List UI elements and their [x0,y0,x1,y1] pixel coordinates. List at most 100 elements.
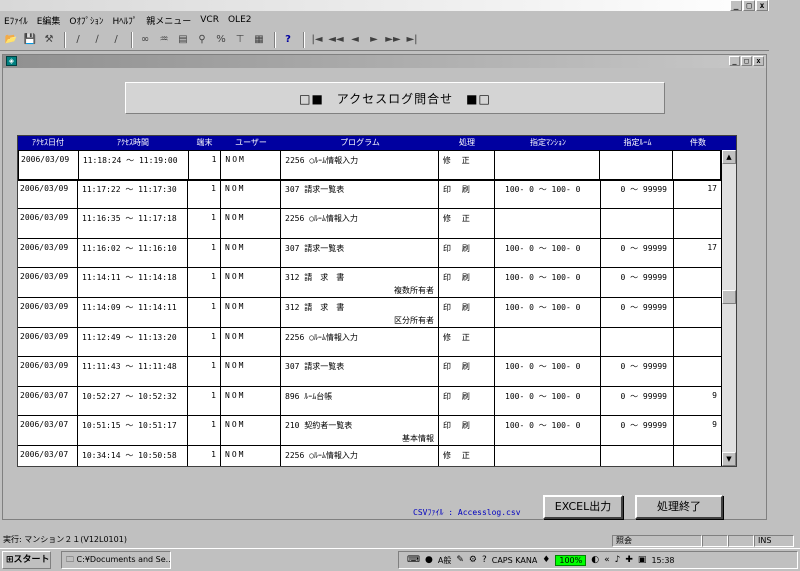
cell-program[interactable]: 307 請求一覧表 [281,179,439,209]
cell-room[interactable]: 0 ～ 99999 [601,386,674,416]
header-date[interactable]: ｱｸｾｽ日付 [18,136,78,150]
cell-terminal[interactable]: 1 [188,445,221,466]
menu-edit[interactable]: E編集 [37,14,61,27]
table-row[interactable]: 2006/03/09 11:14:09 ～ 11:14:11 1 NOM 312 請 … [18,297,722,328]
cell-terminal[interactable]: 1 [188,268,221,297]
cell-date[interactable]: 2006/03/07 [18,416,78,445]
cell-user[interactable]: NOM [221,297,281,327]
cell-room[interactable] [600,151,674,179]
table-row[interactable]: 2006/03/09 11:18:24 ～ 11:19:00 1 NOM 2256 ○ﾙ… [18,150,722,181]
cell-count[interactable]: 9 [674,386,722,416]
start-button[interactable]: ⊞スタート [2,551,51,569]
table-row[interactable]: 2006/03/07 10:34:14 ～ 10:50:58 1 NOM 2256 ○ﾙ… [18,445,722,466]
menu-vcr[interactable]: VCR [200,15,219,25]
display-icon[interactable]: ▣ [638,555,647,565]
finish-button[interactable]: 処理終了 [635,495,723,519]
cell-mansion[interactable] [495,209,601,238]
table-row[interactable]: 2006/03/07 10:51:15 ～ 10:51:17 1 NOM 210 契約… [18,416,722,446]
main-titlebar[interactable]: _ □ x [0,0,769,11]
cell-room[interactable]: 0 ～ 99999 [601,297,674,327]
cell-date[interactable]: 2006/03/09 [18,238,78,268]
cell-program[interactable]: 2256 ○ﾙｰﾑ情報入力 [281,209,439,238]
cell-program[interactable]: 2256 ○ﾙｰﾑ情報入力 [281,327,439,357]
cell-user[interactable]: NOM [221,151,282,179]
header-count[interactable]: 件数 [674,136,722,150]
header-mansion[interactable]: 指定ﾏﾝｼｮﾝ [495,136,601,150]
header-process[interactable]: 処理 [439,136,495,150]
cell-process[interactable]: 印 刷 [439,297,495,327]
cell-user[interactable]: NOM [221,327,281,357]
cell-count[interactable] [673,151,721,179]
cell-time[interactable]: 11:12:49 ～ 11:13:20 [78,327,188,357]
table-row[interactable]: 2006/03/09 11:14:11 ～ 11:14:18 1 NOM 312 請 … [18,268,722,298]
cell-mansion[interactable]: 100- 0 ～ 100- 0 [495,268,601,297]
cell-date[interactable]: 2006/03/09 [18,357,78,386]
cell-date[interactable]: 2006/03/09 [18,209,78,238]
cell-time[interactable]: 10:52:27 ～ 10:52:32 [78,386,188,416]
cell-process[interactable]: 印 刷 [439,416,495,445]
table-row[interactable]: 2006/03/09 11:17:22 ～ 11:17:30 1 NOM 307 請求… [18,179,722,210]
cell-time[interactable]: 10:51:15 ～ 10:51:17 [78,416,188,445]
cell-user[interactable]: NOM [221,386,281,416]
cell-room[interactable]: 0 ～ 99999 [601,357,674,386]
cell-process[interactable]: 修 正 [439,327,495,357]
cell-date[interactable]: 2006/03/07 [18,445,78,466]
cell-user[interactable]: NOM [221,268,281,297]
cell-room[interactable]: 0 ～ 99999 [601,179,674,209]
cell-process[interactable]: 修 正 [439,445,495,466]
cell-time[interactable]: 11:11:43 ～ 11:11:48 [78,357,188,386]
cell-room[interactable]: 0 ～ 99999 [601,416,674,445]
cell-program[interactable]: 312 請 求 書区分所有者 [281,297,439,327]
cell-mansion[interactable] [495,327,601,357]
pen-icon[interactable]: / [70,32,86,48]
cell-program[interactable]: 307 請求一覧表 [281,357,439,386]
cell-count[interactable]: 17 [674,179,722,209]
ime-mode[interactable]: A般 [438,555,451,566]
close-button[interactable]: x [756,0,768,11]
cell-process[interactable]: 印 刷 [439,238,495,268]
volume-icon[interactable]: ♪ [615,555,621,565]
tools-icon[interactable]: ⚒ [41,32,57,48]
prev-page-icon[interactable]: ◄◄ [328,32,344,48]
table-row[interactable]: 2006/03/09 11:16:35 ～ 11:17:18 1 NOM 2256 ○ﾙ… [18,209,722,239]
cell-time[interactable]: 11:16:02 ～ 11:16:10 [78,238,188,268]
pen3-icon[interactable]: / [108,32,124,48]
header-room[interactable]: 指定ﾙｰﾑ [601,136,674,150]
menu-file[interactable]: Eﾌｧｲﾙ [4,14,28,27]
cell-terminal[interactable]: 1 [188,238,221,268]
cell-count[interactable] [674,357,722,386]
cell-user[interactable]: NOM [221,416,281,445]
cell-time[interactable]: 11:16:35 ～ 11:17:18 [78,209,188,238]
cell-mansion[interactable]: 100- 0 ～ 100- 0 [495,357,601,386]
vertical-scrollbar[interactable]: ▲ ▼ [722,150,736,466]
cell-count[interactable] [674,209,722,238]
child-maximize-button[interactable]: □ [741,56,752,66]
last-icon[interactable]: ►| [404,32,420,48]
next-page-icon[interactable]: ►► [385,32,401,48]
network-icon[interactable]: ◐ [591,555,599,565]
menu-options[interactable]: Oｵﾌﾟｼｮﾝ [69,14,103,27]
cell-user[interactable]: NOM [221,209,281,238]
cell-room[interactable]: 0 ～ 99999 [601,238,674,268]
scroll-thumb[interactable] [722,290,736,304]
cell-count[interactable] [674,268,722,297]
child-titlebar[interactable]: ◈ _ □ x [3,55,766,68]
cell-mansion[interactable]: 100- 0 ～ 100- 0 [495,297,601,327]
ime-tools-icon[interactable]: ⚙ [469,555,477,565]
cell-process[interactable]: 修 正 [439,209,495,238]
open-icon[interactable]: 📂 [3,32,19,48]
menu-help[interactable]: Hﾍﾙﾌﾟ [112,14,137,27]
menu-ole2[interactable]: OLE2 [228,15,252,25]
cell-terminal[interactable]: 1 [188,416,221,445]
cell-room[interactable] [601,327,674,357]
ime-icon[interactable]: ✎ [456,555,464,565]
cell-date[interactable]: 2006/03/07 [18,386,78,416]
grid-icon[interactable]: ▦ [251,32,267,48]
pen2-icon[interactable]: ∕ [89,32,105,48]
ime-extra-icon[interactable]: ♦ [542,555,550,565]
replace-icon[interactable]: ♒ [156,32,172,48]
scroll-up-icon[interactable]: ▲ [722,150,736,164]
scroll-down-icon[interactable]: ▼ [722,452,736,466]
child-minimize-button[interactable]: _ [729,56,740,66]
cell-process[interactable]: 印 刷 [439,386,495,416]
